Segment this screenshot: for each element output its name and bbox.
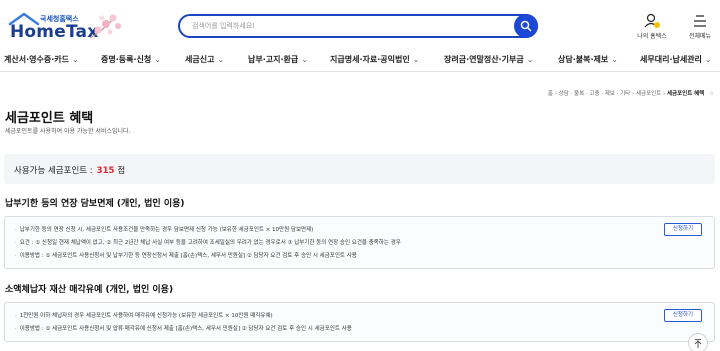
points-value: 315: [96, 166, 115, 176]
my-hometax-label: 나의 홈택스: [637, 33, 667, 40]
points-summary: 사용가능 세금포인트 :315 점: [4, 154, 715, 184]
cherry-blossom-icon: [89, 14, 121, 39]
search-bar[interactable]: 검색어를 입력하세요!: [178, 14, 538, 38]
nav-item-label: 세금신고: [185, 55, 215, 64]
chevron-down-icon: ⌄: [301, 55, 308, 64]
main-nav: 계산서·영수증·카드 ⌄ 증명·등록·신청 ⌄ 세금신고 ⌄ 납부·고지·환급 ⌄ 지급…: [0, 48, 720, 72]
list-item: 요건 : ① 신청일 현재 체납액이 없고, ② 최근 2년간 체납 사실 여부…: [15, 238, 401, 246]
my-hometax-button[interactable]: 나의 홈택스: [632, 10, 672, 42]
section-title-sale-deferral: 소액체납자 재산 매각유예 (개인, 법인 이용): [5, 285, 174, 295]
nav-item-payment[interactable]: 납부·고지·환급 ⌄: [248, 54, 308, 65]
points-label: 사용가능 세금포인트 :: [14, 166, 93, 176]
list-item: 납부기한 등의 연장 신청 시, 세금포인트 사용조건을 만족하는 경우 담보면…: [15, 225, 314, 233]
nav-item-incentives[interactable]: 장려금·연말정산·기부금 ⌄: [444, 54, 533, 65]
breadcrumb-consulting[interactable]: 상담 · 불복 · 고충 · 제보 · 기타: [559, 91, 631, 97]
breadcrumb-current: 세금포인트 혜택: [666, 91, 705, 97]
user-icon: [644, 13, 660, 28]
search-icon: [520, 20, 532, 32]
all-menu-button[interactable]: 전체메뉴: [684, 10, 716, 42]
nav-item-label: 계산서·영수증·카드: [4, 55, 69, 64]
all-menu-label: 전체메뉴: [688, 33, 712, 40]
points-unit: 점: [117, 166, 126, 176]
breadcrumb-tax-points[interactable]: 세금포인트: [636, 91, 661, 97]
chevron-down-icon: ⌄: [412, 55, 420, 64]
breadcrumb-home[interactable]: 홈: [548, 91, 553, 97]
apply-button[interactable]: 신청하기: [664, 309, 702, 322]
nav-item-certificates[interactable]: 증명·등록·신청 ⌄: [101, 54, 161, 65]
list-item: 이용방법 : ① 세금포인트 사용신청서 및 납부기한 등 연장신청서 제출 […: [15, 251, 357, 259]
nav-item-tax-return[interactable]: 세금신고 ⌄: [185, 54, 224, 65]
header: 국세청홈택스 HomeTax 검색어를 입력하세요! 나의 홈택스 전체메뉴: [0, 0, 720, 48]
nav-item-label: 지급명세·자료·공익법인: [330, 55, 410, 64]
breadcrumb: 홈 › 상담 · 불복 · 고충 · 제보 · 기타 › 세금포인트 › 세금포…: [548, 89, 714, 97]
search-button[interactable]: [514, 14, 538, 38]
apply-button[interactable]: 신청하기: [664, 223, 702, 236]
hamburger-menu-icon: [694, 15, 706, 27]
list-item: 이용방법 : ① 세금포인트 사용신청서 및 압류·매각유예 신청서 제출 [홈…: [15, 324, 352, 332]
nav-item-label: 세무대리·납세관리: [640, 55, 702, 64]
nav-item-tax-agent[interactable]: 세무대리·납세관리 ⌄: [640, 54, 712, 65]
nav-item-label: 증명·등록·신청: [101, 55, 152, 64]
nav-item-label: 납부·고지·환급: [248, 55, 299, 64]
chevron-down-icon: ⌄: [217, 55, 225, 64]
favorite-star-icon[interactable]: ☆: [709, 91, 714, 97]
chevron-down-icon: ⌄: [154, 55, 161, 64]
points-row: 사용가능 세금포인트 :315 점: [14, 164, 125, 176]
chevron-down-icon: ⌄: [704, 55, 712, 64]
page-title: 세금포인트 혜택: [5, 111, 94, 126]
hometax-logo[interactable]: 국세청홈택스 HomeTax: [6, 8, 126, 42]
nav-item-consulting[interactable]: 상담·불복·제보 ⌄: [558, 54, 618, 65]
chevron-down-icon: ⌄: [71, 55, 79, 64]
chevron-down-icon: ⌄: [526, 55, 534, 64]
arrow-up-icon: [694, 339, 702, 348]
nav-item-label: 상담·불복·제보: [558, 55, 609, 64]
list-item: 1천만원 이하 체납자의 경우 세금포인트 사용하여 매각유예 신청가능 (보유…: [15, 311, 273, 319]
search-input[interactable]: 검색어를 입력하세요!: [192, 21, 255, 31]
chevron-down-icon: ⌄: [611, 55, 618, 64]
nav-item-statements[interactable]: 지급명세·자료·공익법인 ⌄: [330, 54, 419, 65]
page-description: 세금포인트를 사용하여 이용 가능한 서비스입니다.: [5, 128, 131, 135]
scroll-top-button[interactable]: [688, 333, 708, 351]
section-box-sale-deferral: 1천만원 이하 체납자의 경우 세금포인트 사용하여 매각유예 신청가능 (보유…: [4, 302, 715, 342]
nav-item-label: 장려금·연말정산·기부금: [444, 55, 524, 64]
section-box-deferral: 납부기한 등의 연장 신청 시, 세금포인트 사용조건을 만족하는 경우 담보면…: [4, 216, 715, 269]
nav-item-receipts[interactable]: 계산서·영수증·카드 ⌄: [4, 54, 79, 65]
section-title-deferral: 납부기한 등의 연장 담보면제 (개인, 법인 이용): [5, 199, 185, 209]
